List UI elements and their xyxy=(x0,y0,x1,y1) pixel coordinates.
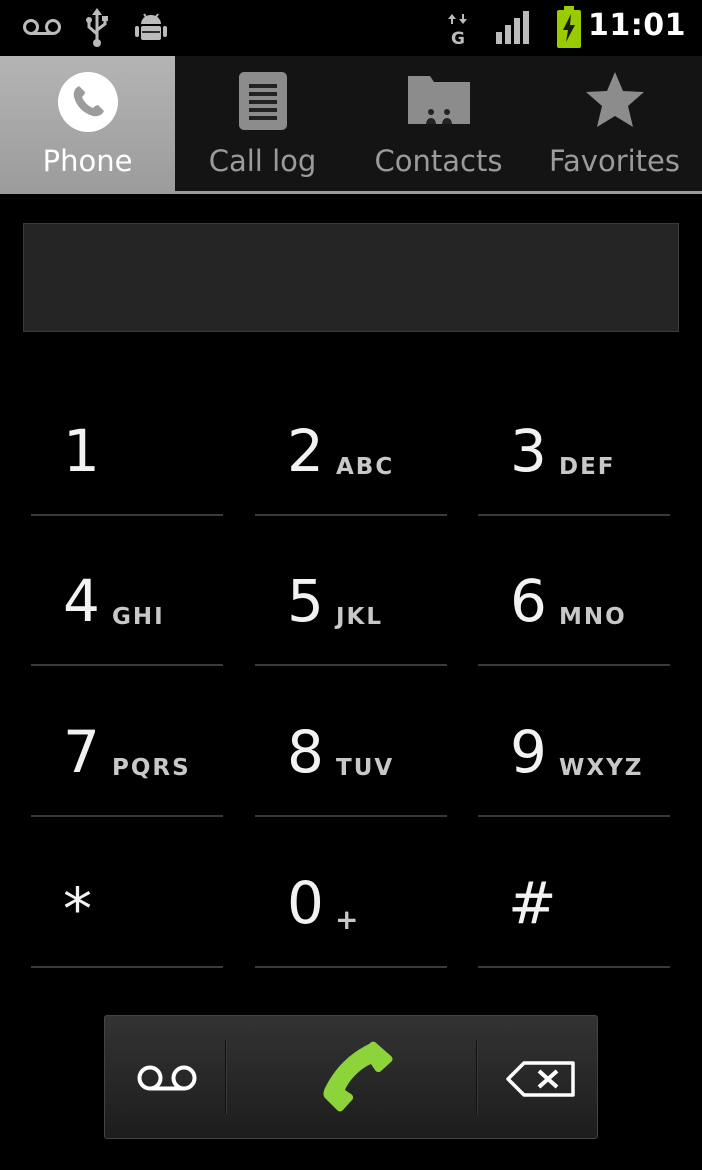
voicemail-button[interactable] xyxy=(105,1016,225,1138)
key-letters: DEF xyxy=(559,454,616,480)
key-digit: 1 xyxy=(63,417,100,485)
key-digit: 9 xyxy=(510,718,547,786)
tab-label-phone: Phone xyxy=(42,144,133,178)
key-divider xyxy=(478,966,670,968)
key-digit: 5 xyxy=(287,567,324,635)
network-type-label: G xyxy=(451,29,465,46)
tab-call-log[interactable]: Call log xyxy=(175,56,350,191)
key-letters: TUV xyxy=(336,755,395,781)
tab-bar: Phone Call log Contacts Favorites xyxy=(0,56,702,194)
key-digit: # xyxy=(508,869,557,937)
key-digit: 2 xyxy=(287,417,324,485)
action-divider xyxy=(476,1040,478,1114)
contacts-icon xyxy=(407,76,470,124)
phone-icon xyxy=(323,1041,393,1112)
key-pound[interactable]: # xyxy=(478,818,670,968)
phone-icon xyxy=(57,72,118,132)
key-divider xyxy=(255,966,447,968)
key-divider xyxy=(478,815,670,817)
signal-icon xyxy=(496,11,529,44)
key-digit: * xyxy=(63,875,92,943)
key-9[interactable]: 9 WXYZ xyxy=(478,667,670,817)
tab-label-favorites: Favorites xyxy=(549,144,680,178)
key-divider xyxy=(255,664,447,666)
key-digit: 6 xyxy=(510,567,547,635)
key-star[interactable]: * xyxy=(31,818,223,968)
data-transfer-icon: G xyxy=(448,14,467,46)
key-digit: 4 xyxy=(63,567,100,635)
key-2[interactable]: 2 ABC xyxy=(255,366,447,516)
key-1[interactable]: 1 xyxy=(31,366,223,516)
tab-label-call-log: Call log xyxy=(208,144,317,178)
tab-label-contacts: Contacts xyxy=(374,144,503,178)
key-letters: PQRS xyxy=(112,755,191,781)
android-debug-icon xyxy=(135,13,167,40)
battery-charging-icon xyxy=(557,6,581,48)
key-digit: 0 xyxy=(287,869,324,937)
tab-contacts[interactable]: Contacts xyxy=(351,56,526,191)
key-digit: 8 xyxy=(287,718,324,786)
call-button[interactable] xyxy=(228,1016,476,1138)
voicemail-icon xyxy=(137,1065,197,1091)
tab-favorites[interactable]: Favorites xyxy=(527,56,702,191)
key-4[interactable]: 4 GHI xyxy=(31,516,223,666)
tab-phone[interactable]: Phone xyxy=(0,56,175,191)
delete-button[interactable] xyxy=(479,1016,597,1138)
key-letters: ABC xyxy=(336,454,395,480)
digits-field[interactable] xyxy=(23,223,679,332)
key-7[interactable]: 7 PQRS xyxy=(31,667,223,817)
voicemail-icon xyxy=(23,19,61,35)
dialer-action-bar xyxy=(104,1015,598,1139)
key-letters: + xyxy=(335,903,361,936)
key-divider xyxy=(478,664,670,666)
usb-icon xyxy=(86,8,108,47)
star-icon xyxy=(585,72,644,127)
key-8[interactable]: 8 TUV xyxy=(255,667,447,817)
key-letters: MNO xyxy=(559,604,627,630)
status-bar: G 11:01 xyxy=(0,0,702,56)
key-divider xyxy=(31,815,223,817)
key-divider xyxy=(31,966,223,968)
clock-time: 11:01 xyxy=(588,8,686,43)
key-letters: JKL xyxy=(336,604,384,630)
backspace-icon xyxy=(506,1061,575,1097)
key-divider xyxy=(31,664,223,666)
key-digit: 7 xyxy=(63,718,100,786)
key-5[interactable]: 5 JKL xyxy=(255,516,447,666)
action-divider xyxy=(225,1040,227,1114)
key-letters: WXYZ xyxy=(559,755,644,781)
key-3[interactable]: 3 DEF xyxy=(478,366,670,516)
key-0[interactable]: 0 + xyxy=(255,818,447,968)
key-divider xyxy=(255,815,447,817)
call-log-icon xyxy=(238,72,287,130)
key-letters: GHI xyxy=(112,604,165,630)
key-6[interactable]: 6 MNO xyxy=(478,516,670,666)
key-digit: 3 xyxy=(510,417,547,485)
